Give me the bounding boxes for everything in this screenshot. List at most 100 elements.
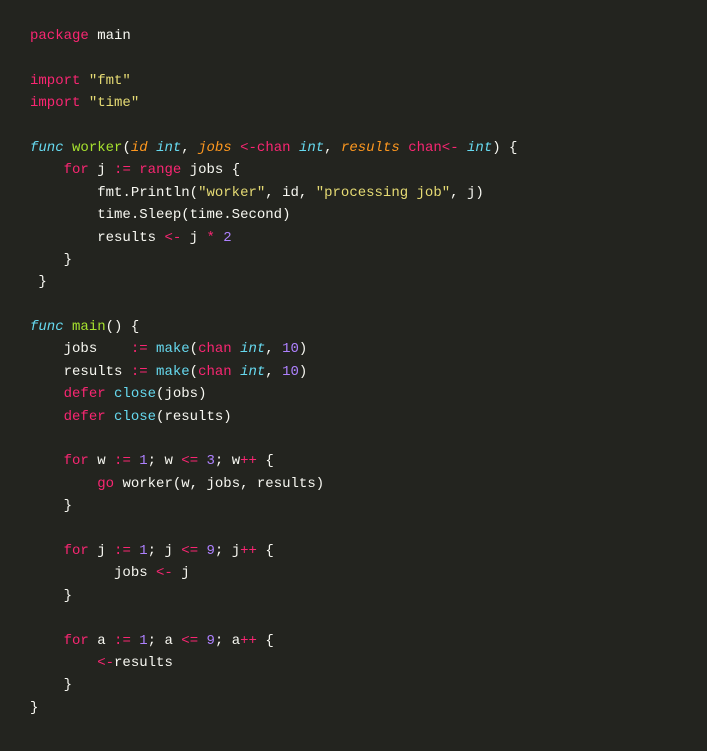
- number-nine: 9: [207, 633, 215, 649]
- chan-keyword: chan: [198, 364, 232, 380]
- var-j: j: [190, 230, 198, 246]
- defer-keyword: defer: [64, 409, 106, 425]
- string-processing: "processing job": [316, 185, 450, 201]
- import-keyword: import: [30, 73, 80, 89]
- var-results: results: [257, 476, 316, 492]
- paren-close: ): [299, 341, 307, 357]
- var-j: j: [232, 543, 240, 559]
- paren-close: ): [223, 409, 231, 425]
- fn-sleep: Sleep: [139, 207, 181, 223]
- var-jobs: jobs: [64, 341, 98, 357]
- inc-op: ++: [240, 453, 257, 469]
- var-a: a: [97, 633, 105, 649]
- for-keyword: for: [64, 453, 89, 469]
- brace-close: }: [64, 677, 72, 693]
- chan-send-op: <-: [164, 230, 181, 246]
- comma: ,: [190, 476, 207, 492]
- fn-worker: worker: [122, 476, 172, 492]
- assign-op: :=: [114, 543, 131, 559]
- builtin-make: make: [156, 341, 190, 357]
- chan-recv-op: <-: [240, 140, 257, 156]
- for-keyword: for: [64, 633, 89, 649]
- var-results: results: [114, 655, 173, 671]
- number-ten: 10: [282, 341, 299, 357]
- brace-close: }: [64, 252, 72, 268]
- string-worker: "worker": [198, 185, 265, 201]
- paren-open: (: [181, 207, 189, 223]
- var-jobs: jobs: [114, 565, 148, 581]
- var-jobs: jobs: [164, 386, 198, 402]
- brace-open: {: [509, 140, 517, 156]
- comma: ,: [265, 364, 282, 380]
- const-second: Second: [232, 207, 282, 223]
- paren-close: ): [492, 140, 500, 156]
- paren-close: ): [475, 185, 483, 201]
- number-three: 3: [207, 453, 215, 469]
- fn-println: Println: [131, 185, 190, 201]
- var-results: results: [97, 230, 156, 246]
- param-id: id: [131, 140, 148, 156]
- func-keyword: func: [30, 319, 64, 335]
- defer-keyword: defer: [64, 386, 106, 402]
- number-two: 2: [223, 230, 231, 246]
- paren-close: ): [299, 364, 307, 380]
- type-int: int: [299, 140, 324, 156]
- pkg-time: time: [190, 207, 224, 223]
- builtin-make: make: [156, 364, 190, 380]
- param-jobs: jobs: [198, 140, 232, 156]
- import-path: "time": [89, 95, 139, 111]
- mul-op: *: [206, 230, 214, 246]
- var-id: id: [282, 185, 299, 201]
- brace-open: {: [265, 543, 273, 559]
- semicolon: ;: [215, 543, 223, 559]
- number-one: 1: [139, 453, 147, 469]
- chan-keyword: chan: [257, 140, 291, 156]
- type-int: int: [156, 140, 181, 156]
- paren-open: (: [122, 140, 130, 156]
- paren-open: (: [190, 185, 198, 201]
- type-int: int: [240, 341, 265, 357]
- var-w: w: [164, 453, 172, 469]
- semicolon: ;: [215, 453, 223, 469]
- brace-close: }: [64, 498, 72, 514]
- chan-send-op: <-: [442, 140, 459, 156]
- builtin-close: close: [114, 409, 156, 425]
- brace-close: }: [64, 588, 72, 604]
- number-one: 1: [139, 633, 147, 649]
- var-a: a: [164, 633, 172, 649]
- assign-op: :=: [131, 364, 148, 380]
- assign-op: :=: [114, 633, 131, 649]
- range-keyword: range: [139, 162, 181, 178]
- type-int: int: [240, 364, 265, 380]
- semicolon: ;: [148, 453, 156, 469]
- paren-open: (: [190, 341, 198, 357]
- paren-open: (: [173, 476, 181, 492]
- code-block: package main import "fmt" import "time" …: [30, 25, 677, 719]
- comma: ,: [299, 185, 316, 201]
- package-name: main: [97, 28, 131, 44]
- number-one: 1: [139, 543, 147, 559]
- import-path: "fmt": [89, 73, 131, 89]
- inc-op: ++: [240, 633, 257, 649]
- comma: ,: [240, 476, 257, 492]
- var-w: w: [232, 453, 240, 469]
- comma: ,: [324, 140, 341, 156]
- for-keyword: for: [64, 162, 89, 178]
- var-j: j: [164, 543, 172, 559]
- package-keyword: package: [30, 28, 89, 44]
- semicolon: ;: [148, 543, 156, 559]
- var-results: results: [164, 409, 223, 425]
- inc-op: ++: [240, 543, 257, 559]
- assign-op: :=: [131, 341, 148, 357]
- semicolon: ;: [215, 633, 223, 649]
- paren-close: ): [114, 319, 122, 335]
- var-j: j: [181, 565, 189, 581]
- semicolon: ;: [148, 633, 156, 649]
- pkg-time: time: [97, 207, 131, 223]
- var-jobs: jobs: [190, 162, 224, 178]
- var-results: results: [64, 364, 123, 380]
- number-ten: 10: [282, 364, 299, 380]
- brace-open: {: [232, 162, 240, 178]
- for-keyword: for: [64, 543, 89, 559]
- chan-recv-op: <-: [97, 655, 114, 671]
